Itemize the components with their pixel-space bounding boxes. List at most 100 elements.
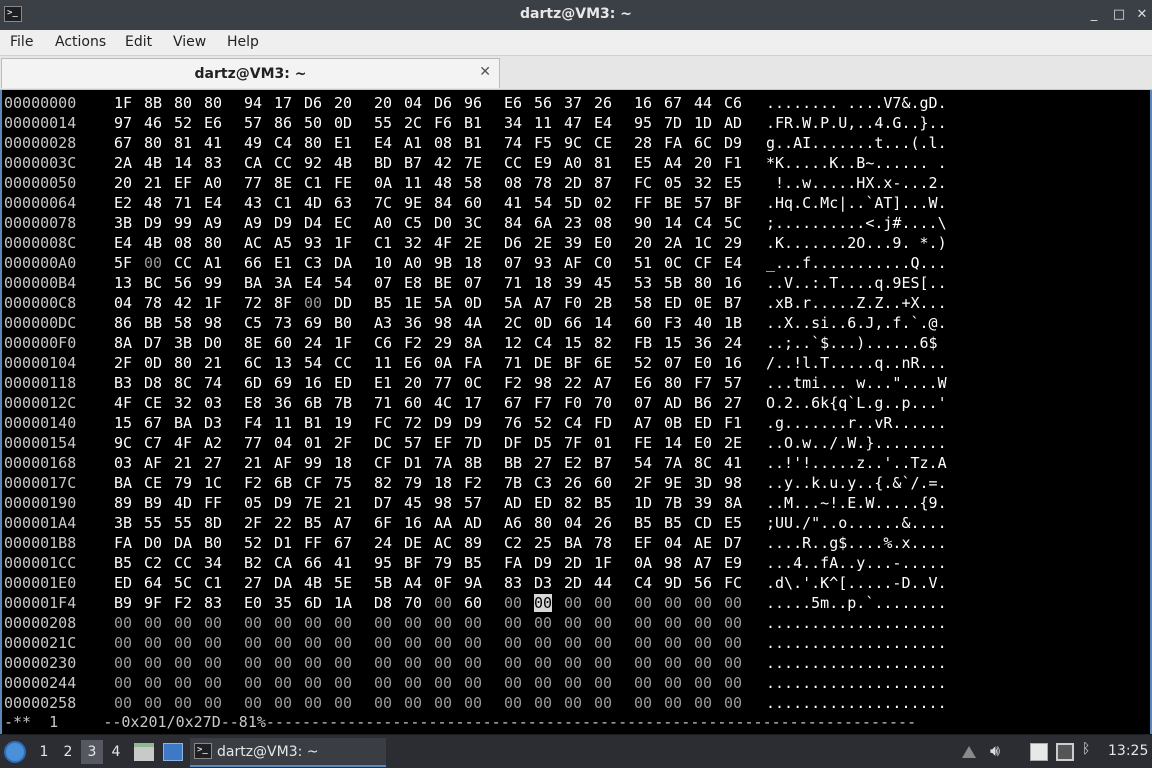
hex-byte[interactable]: 57 <box>724 374 742 392</box>
hex-byte[interactable]: 69 <box>304 314 322 332</box>
hex-byte[interactable]: FD <box>594 414 612 432</box>
hex-byte[interactable]: 34 <box>204 554 222 572</box>
hex-byte[interactable]: D8 <box>374 594 392 612</box>
hex-byte[interactable]: 00 <box>114 654 132 672</box>
hex-byte[interactable]: 54 <box>304 354 322 372</box>
hex-byte[interactable]: 32 <box>174 394 192 412</box>
hex-byte[interactable]: 3C <box>464 214 482 232</box>
workspace-2[interactable]: 2 <box>57 740 79 764</box>
workspace-1[interactable]: 1 <box>33 740 55 764</box>
hex-byte[interactable]: 00 <box>724 674 742 692</box>
hex-byte[interactable]: C1 <box>304 174 322 192</box>
hex-byte[interactable]: AD <box>464 514 482 532</box>
hex-byte[interactable]: 00 <box>504 594 522 612</box>
hex-byte[interactable]: 00 <box>334 674 352 692</box>
hex-byte[interactable]: 94 <box>244 94 262 112</box>
hex-byte[interactable]: 0C <box>664 254 682 272</box>
hex-byte[interactable]: D6 <box>434 94 452 112</box>
hex-byte[interactable]: 9A <box>464 574 482 592</box>
hex-byte[interactable]: 00 <box>174 614 192 632</box>
hex-byte[interactable]: 6D <box>304 594 322 612</box>
hex-byte[interactable]: 00 <box>334 634 352 652</box>
hex-byte[interactable]: 39 <box>564 274 582 292</box>
hex-byte[interactable]: 74 <box>504 134 522 152</box>
hex-byte[interactable]: BF <box>404 554 422 572</box>
hex-byte[interactable]: 3B <box>114 514 132 532</box>
hex-byte[interactable]: E4 <box>724 254 742 272</box>
hex-byte[interactable]: 04 <box>404 94 422 112</box>
hex-byte[interactable]: 03 <box>204 394 222 412</box>
hex-byte[interactable]: 73 <box>274 314 292 332</box>
hex-byte[interactable]: 00 <box>564 654 582 672</box>
hex-byte[interactable]: 00 <box>694 674 712 692</box>
hex-byte[interactable]: 15 <box>114 414 132 432</box>
hex-byte[interactable]: 7F <box>564 434 582 452</box>
hex-byte[interactable]: 00 <box>274 634 292 652</box>
hex-byte[interactable]: FA <box>504 554 522 572</box>
hex-byte[interactable]: 60 <box>464 594 482 612</box>
hex-byte[interactable]: FA <box>464 354 482 372</box>
hex-byte[interactable]: 21 <box>244 454 262 472</box>
hex-byte[interactable]: 00 <box>144 634 162 652</box>
hex-byte[interactable]: 66 <box>304 554 322 572</box>
hex-byte[interactable]: 23 <box>564 214 582 232</box>
hex-byte[interactable]: 00 <box>694 654 712 672</box>
hex-byte[interactable]: F6 <box>434 114 452 132</box>
hex-byte[interactable]: B5 <box>464 554 482 572</box>
hex-byte[interactable]: BF <box>724 194 742 212</box>
hex-byte[interactable]: A0 <box>374 214 392 232</box>
hex-byte[interactable]: 00 <box>304 634 322 652</box>
hex-byte[interactable]: 20 <box>334 94 352 112</box>
hex-byte[interactable]: 18 <box>434 474 452 492</box>
hex-byte[interactable]: 00 <box>114 674 132 692</box>
hex-byte[interactable]: 2A <box>114 154 132 172</box>
hex-byte[interactable]: 00 <box>434 674 452 692</box>
hex-byte[interactable]: C4 <box>694 214 712 232</box>
hex-byte[interactable]: B0 <box>204 534 222 552</box>
hex-byte[interactable]: 00 <box>504 634 522 652</box>
hex-byte[interactable]: BD <box>374 154 392 172</box>
hex-byte[interactable]: 27 <box>724 394 742 412</box>
hex-byte[interactable]: D4 <box>304 214 322 232</box>
hex-byte[interactable]: A1 <box>204 254 222 272</box>
hex-byte[interactable]: 00 <box>434 694 452 712</box>
hex-byte[interactable]: 98 <box>434 494 452 512</box>
hex-byte[interactable]: E5 <box>724 514 742 532</box>
hex-byte[interactable]: DC <box>374 434 392 452</box>
hex-byte[interactable]: 45 <box>404 494 422 512</box>
hex-byte[interactable]: 02 <box>594 194 612 212</box>
hex-byte[interactable]: 11 <box>534 114 552 132</box>
hex-byte[interactable]: 87 <box>594 174 612 192</box>
hex-byte[interactable]: DD <box>334 294 352 312</box>
hex-byte[interactable]: 00 <box>564 694 582 712</box>
hex-byte[interactable]: 76 <box>504 414 522 432</box>
hex-byte[interactable]: 16 <box>304 374 322 392</box>
hex-byte[interactable]: 83 <box>204 594 222 612</box>
hex-byte[interactable]: F1 <box>724 414 742 432</box>
hex-byte[interactable]: B9 <box>114 594 132 612</box>
hex-byte[interactable]: 21 <box>144 174 162 192</box>
hex-byte[interactable]: 67 <box>144 414 162 432</box>
hex-byte[interactable]: D3 <box>534 574 552 592</box>
hex-byte[interactable]: 82 <box>374 474 392 492</box>
hex-byte[interactable]: FF <box>204 494 222 512</box>
hex-byte[interactable]: 82 <box>564 494 582 512</box>
hex-byte[interactable]: 00 <box>594 654 612 672</box>
hex-byte[interactable]: 4F <box>114 394 132 412</box>
hex-byte[interactable]: E5 <box>634 154 652 172</box>
hex-byte[interactable]: 36 <box>274 394 292 412</box>
hex-byte[interactable]: CE <box>594 134 612 152</box>
hex-byte[interactable]: CE <box>144 394 162 412</box>
hex-byte[interactable]: 00 <box>144 614 162 632</box>
hex-byte[interactable]: 54 <box>534 194 552 212</box>
hex-byte[interactable]: 00 <box>504 694 522 712</box>
hex-byte[interactable]: 95 <box>634 114 652 132</box>
hex-byte[interactable]: 08 <box>434 134 452 152</box>
hex-byte[interactable]: 0B <box>664 414 682 432</box>
hex-byte[interactable]: FE <box>334 174 352 192</box>
hex-byte[interactable]: F4 <box>244 414 262 432</box>
hex-byte[interactable]: 25 <box>534 534 552 552</box>
hex-byte[interactable]: 8B <box>144 94 162 112</box>
hex-byte[interactable]: EF <box>634 534 652 552</box>
hex-byte[interactable]: ED <box>334 374 352 392</box>
